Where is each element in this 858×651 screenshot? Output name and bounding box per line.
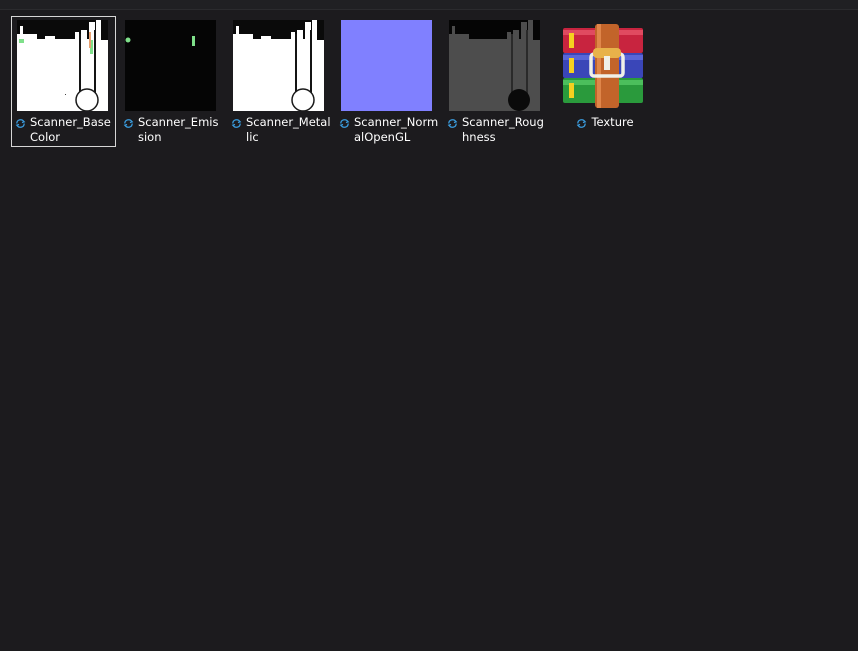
file-name: Scanner_BaseColor (30, 115, 111, 144)
winrar-archive-icon (557, 20, 648, 111)
file-grid: Scanner_BaseColor Scanner_Emission Scann… (11, 16, 659, 147)
metallic-map-icon (233, 20, 324, 111)
file-label-row: Scanner_NormalOpenGL (339, 115, 439, 145)
file-item-scanner-roughness[interactable]: Scanner_Roughness (443, 16, 548, 147)
file-item-scanner-emission[interactable]: Scanner_Emission (119, 16, 224, 147)
normal-thumbnail (341, 20, 432, 111)
normal-map-icon (341, 20, 432, 111)
file-item-scanner-normalopengl[interactable]: Scanner_NormalOpenGL (335, 16, 440, 147)
file-name: Scanner_Metallic (246, 115, 331, 144)
sync-icon (577, 119, 587, 128)
file-label-row: Scanner_BaseColor (15, 115, 115, 145)
emission-map-icon (125, 20, 216, 111)
sync-icon (231, 119, 242, 128)
emission-thumbnail (125, 20, 216, 111)
metallic-thumbnail (233, 20, 324, 111)
sync-icon (123, 119, 134, 128)
archive-thumbnail (557, 20, 648, 111)
file-item-texture[interactable]: Texture (551, 16, 656, 147)
file-label-row: Scanner_Roughness (447, 115, 547, 145)
file-label-row: Scanner_Metallic (231, 115, 331, 145)
basecolor-map-icon (17, 20, 108, 111)
roughness-map-icon (449, 20, 540, 111)
sync-icon (339, 119, 350, 128)
file-name: Texture (591, 115, 634, 129)
file-item-scanner-basecolor[interactable]: Scanner_BaseColor (11, 16, 116, 147)
file-item-scanner-metallic[interactable]: Scanner_Metallic (227, 16, 332, 147)
file-name: Scanner_NormalOpenGL (354, 115, 439, 144)
roughness-thumbnail (449, 20, 540, 111)
top-bar (0, 0, 858, 10)
file-label-row: Scanner_Emission (123, 115, 223, 145)
basecolor-thumbnail (17, 20, 108, 111)
sync-icon (447, 119, 458, 128)
file-name: Scanner_Roughness (462, 115, 544, 144)
file-label-row: Texture (555, 115, 655, 130)
file-name: Scanner_Emission (138, 115, 219, 144)
sync-icon (15, 119, 26, 128)
